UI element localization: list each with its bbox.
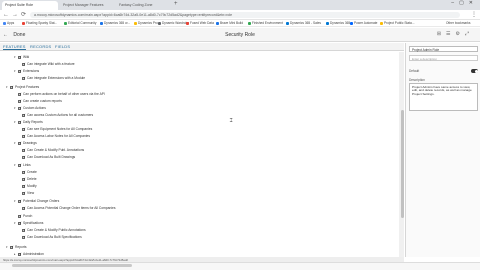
feature-tabs: FEATURES RECORDS FIELDS bbox=[0, 43, 404, 51]
tree-item[interactable]: Can access Custom Actions for all custom… bbox=[22, 112, 93, 118]
nav-icons[interactable]: ←→⟳ bbox=[3, 11, 29, 18]
tree-item[interactable]: Modify bbox=[22, 183, 37, 189]
tab-records[interactable]: RECORDS bbox=[30, 44, 51, 49]
bookmark-item[interactable]: Dynamics 365 bbox=[326, 21, 350, 25]
tab-item[interactable]: Fantasy Coding Zone bbox=[116, 1, 170, 9]
bookmark-item[interactable]: Floating Sparky Slat... bbox=[22, 21, 57, 25]
tab-item[interactable]: Project Manager Features bbox=[60, 1, 114, 9]
bookmark-item[interactable]: Other bookmarks bbox=[446, 21, 470, 25]
tree-item[interactable]: Can Access Potential Change Order items … bbox=[22, 205, 116, 211]
permission-tree: ▾Wiki Can integrate Wiki with a feature … bbox=[0, 52, 404, 257]
description-field[interactable]: Project Admins have same access to view,… bbox=[409, 83, 478, 111]
default-label: Default bbox=[409, 69, 420, 73]
tree-item[interactable]: ▾Potential Change Orders bbox=[14, 198, 59, 204]
bookmark-item[interactable]: Dynamics 365 - Sales bbox=[286, 21, 321, 25]
tree-item[interactable]: Can perform actions on behalf of other u… bbox=[14, 91, 105, 97]
tree-item[interactable]: View bbox=[22, 190, 34, 196]
tree-item[interactable]: Can Create & Modify Public Annotations bbox=[22, 227, 86, 233]
new-tab-icon[interactable]: + bbox=[174, 1, 178, 7]
bookmark-item[interactable]: Apps bbox=[3, 21, 14, 25]
tree-item[interactable]: Can Create & Modify Publ. Annotations bbox=[22, 147, 84, 153]
page-title: Security Role bbox=[225, 32, 255, 38]
bookmark-item[interactable]: Dynamic Wardrobe bbox=[158, 21, 189, 25]
tree-item[interactable]: Delete bbox=[22, 176, 37, 182]
bookmark-item[interactable]: Finished Environment bbox=[248, 21, 283, 25]
tree-item[interactable]: ▾Specifications bbox=[14, 220, 43, 226]
tree-item[interactable]: ▾Reports bbox=[6, 244, 27, 250]
scrollbar-thumb[interactable] bbox=[401, 110, 404, 218]
bookmark-item[interactable]: Power Automate bbox=[350, 21, 377, 25]
tab-features[interactable]: FEATURES bbox=[3, 44, 26, 50]
tree-item[interactable]: ▾Project Features bbox=[6, 84, 39, 90]
tree-item[interactable]: Create bbox=[22, 169, 37, 175]
browser-tab-bar: Project Suite Role Project Manager Featu… bbox=[0, 0, 480, 10]
window-controls[interactable]: –▢✕ bbox=[451, 0, 478, 6]
bookmark-item[interactable]: Project Public Stata... bbox=[380, 21, 414, 25]
tree-item[interactable]: Can integrate Extensions with a Module bbox=[22, 75, 85, 81]
tree-item[interactable]: ▾Extensions bbox=[14, 68, 39, 74]
text-cursor-icon: 𝙸 bbox=[229, 118, 234, 124]
tab-fields[interactable]: FIELDS bbox=[55, 44, 70, 49]
tree-item[interactable]: Can see Equipment Notes for All Companie… bbox=[22, 126, 92, 132]
tree-item[interactable]: Can Download As Built Drawings bbox=[22, 154, 75, 160]
tab-active[interactable]: Project Suite Role bbox=[2, 1, 58, 10]
bookmark-item[interactable]: Dynamics 365 cr... bbox=[100, 21, 130, 25]
tree-item[interactable]: ▾Wiki bbox=[14, 54, 29, 60]
default-toggle[interactable] bbox=[471, 69, 478, 73]
tree-item[interactable]: Can Access Labor Notes for All Companies bbox=[22, 133, 90, 139]
url-input[interactable]: a.mccoy.microsoftdynamics.com/main.aspx?… bbox=[30, 12, 460, 18]
description-label: Description bbox=[409, 78, 425, 82]
bookmark-item[interactable]: Dynamics Pro bbox=[134, 21, 158, 25]
horizontal-scrollbar-thumb[interactable] bbox=[12, 264, 132, 267]
tree-item[interactable]: Can Download As Built Specifications bbox=[22, 234, 82, 240]
tree-item[interactable]: ▾Custom Actions bbox=[14, 105, 46, 111]
bookmark-item[interactable]: Fused Web Data bbox=[186, 21, 214, 25]
tree-item[interactable]: ▾Links bbox=[14, 162, 31, 168]
bookmark-item[interactable]: Brave Mini Build bbox=[216, 21, 243, 25]
menu-icon[interactable]: ⋮ bbox=[471, 11, 477, 18]
bookmarks-bar: Apps Floating Sparky Slat... Editorial C… bbox=[0, 20, 480, 27]
tree-item[interactable]: ▾Drawings bbox=[14, 140, 37, 146]
role-secondary-input[interactable]: Enter a description bbox=[409, 55, 478, 61]
bookmark-item[interactable]: Editorial Community bbox=[64, 21, 97, 25]
toolbar-actions[interactable]: ⊞☰⚙⤢ bbox=[437, 31, 474, 37]
app-toolbar: ← Done Security Role ⊞☰⚙⤢ bbox=[0, 28, 480, 42]
tree-item[interactable]: ▾Daily Reports bbox=[14, 119, 43, 125]
tree-item[interactable]: Punch bbox=[14, 213, 32, 219]
role-name-input[interactable]: Project Admin Role bbox=[409, 46, 478, 52]
address-bar: ←→⟳ a.mccoy.microsoftdynamics.com/main.a… bbox=[0, 10, 480, 20]
tree-item[interactable]: Can integrate Wiki with a feature bbox=[22, 61, 75, 67]
tree-item[interactable]: Can create custom reports bbox=[14, 98, 62, 104]
role-details-panel: Project Admin Role Enter a description D… bbox=[405, 43, 480, 257]
